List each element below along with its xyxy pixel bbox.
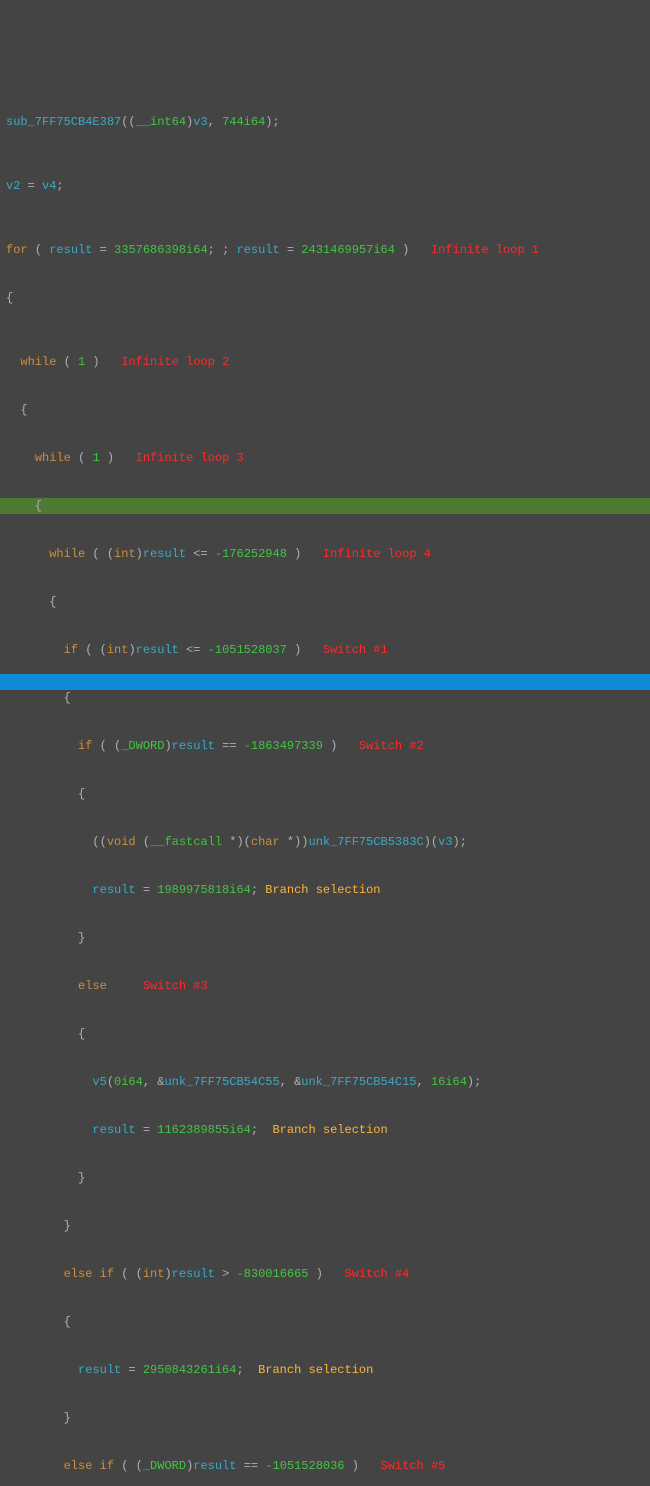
code-line: } bbox=[6, 930, 650, 946]
code-line: else Switch #3 bbox=[6, 978, 650, 994]
code-line: v5(0i64, &unk_7FF75CB54C55, &unk_7FF75CB… bbox=[6, 1074, 650, 1090]
annotation: Switch #1 bbox=[323, 643, 388, 657]
code-line: { bbox=[6, 594, 650, 610]
code-line: { bbox=[6, 1314, 650, 1330]
code-line: result = 1989975818i64; Branch selection bbox=[6, 882, 650, 898]
annotation: Switch #2 bbox=[359, 739, 424, 753]
code-line: result = 2950843261i64; Branch selection bbox=[6, 1362, 650, 1378]
code-line: { bbox=[6, 786, 650, 802]
decompiler-code-view: sub_7FF75CB4E387((__int64)v3, 744i64); v… bbox=[0, 0, 650, 1486]
code-line: { bbox=[6, 498, 650, 514]
code-line: { bbox=[6, 690, 650, 706]
code-line: else if ( (int)result > -830016665 ) Swi… bbox=[6, 1266, 650, 1282]
code-line: sub_7FF75CB4E387((__int64)v3, 744i64); bbox=[6, 114, 650, 130]
code-line: } bbox=[6, 1410, 650, 1426]
code-line: if ( (int)result <= -1051528037 ) Switch… bbox=[6, 642, 650, 658]
code-line: while ( (int)result <= -176252948 ) Infi… bbox=[6, 546, 650, 562]
code-line: { bbox=[6, 1026, 650, 1042]
code-line: ((void (__fastcall *)(char *))unk_7FF75C… bbox=[6, 834, 650, 850]
code-line: } bbox=[6, 1170, 650, 1186]
code-line: result = 1162389855i64; Branch selection bbox=[6, 1122, 650, 1138]
annotation: Branch selection bbox=[265, 883, 380, 897]
highlight-blue-bar bbox=[0, 674, 650, 690]
code-line: } bbox=[6, 1218, 650, 1234]
code-symbol: sub_7FF75CB4E387 bbox=[6, 115, 121, 129]
annotation: Infinite loop 1 bbox=[431, 243, 539, 257]
code-line: for ( result = 3357686398i64; ; result =… bbox=[6, 242, 650, 258]
annotation: Infinite loop 2 bbox=[121, 355, 229, 369]
code-line: if ( (_DWORD)result == -1863497339 ) Swi… bbox=[6, 738, 650, 754]
annotation: Infinite loop 3 bbox=[136, 451, 244, 465]
code-line: { bbox=[6, 402, 650, 418]
annotation: Switch #4 bbox=[345, 1267, 410, 1281]
code-line: while ( 1 ) Infinite loop 2 bbox=[6, 354, 650, 370]
code-line: v2 = v4; bbox=[6, 178, 650, 194]
annotation: Infinite loop 4 bbox=[323, 547, 431, 561]
annotation: Switch #3 bbox=[143, 979, 208, 993]
code-line: while ( 1 ) Infinite loop 3 bbox=[6, 450, 650, 466]
annotation: Switch #5 bbox=[381, 1459, 446, 1473]
code-line: { bbox=[6, 290, 650, 306]
code-line: else if ( (_DWORD)result == -1051528036 … bbox=[6, 1458, 650, 1474]
annotation: Branch selection bbox=[258, 1363, 373, 1377]
annotation: Branch selection bbox=[272, 1123, 387, 1137]
